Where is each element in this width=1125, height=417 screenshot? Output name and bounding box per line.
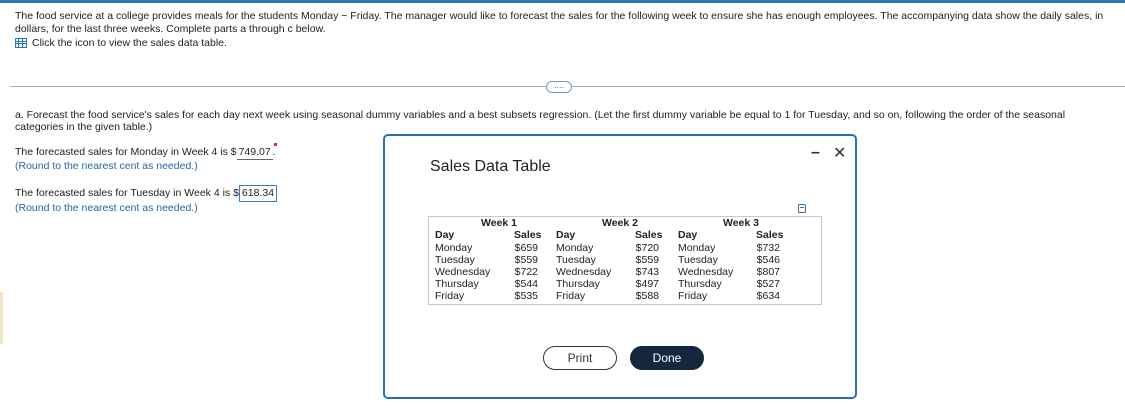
expand-ellipsis-button[interactable]: .... bbox=[546, 81, 572, 93]
table-cell: Wednesday bbox=[678, 266, 734, 278]
left-edge-marker bbox=[0, 292, 3, 344]
table-cell: $535 bbox=[514, 290, 538, 302]
table-cell: Tuesday bbox=[556, 254, 596, 266]
table-cell: $720 bbox=[635, 242, 659, 254]
table-cell: Wednesday bbox=[556, 266, 612, 278]
table-cell: $722 bbox=[514, 266, 538, 278]
table-cell: $743 bbox=[635, 266, 659, 278]
table-cell: $546 bbox=[756, 254, 780, 266]
table-cell: $559 bbox=[635, 254, 659, 266]
table-cell: Friday bbox=[435, 290, 465, 302]
sales-data-dialog: Sales Data Table – ✕ Week 1 Day Sales Mo… bbox=[383, 134, 857, 399]
week-1-sales-header: Sales bbox=[514, 229, 542, 241]
table-cell: Monday bbox=[556, 242, 594, 254]
table-cell: Tuesday bbox=[678, 254, 718, 266]
table-cell: $634 bbox=[756, 290, 780, 302]
week-1-day-header: Day bbox=[435, 229, 455, 241]
table-cell: Thursday bbox=[556, 278, 600, 290]
top-accent-bar bbox=[0, 0, 1125, 3]
answer-tuesday: The forecasted sales for Tuesday in Week… bbox=[15, 185, 278, 215]
table-cell: $497 bbox=[635, 278, 659, 290]
week-2-sales-header: Sales bbox=[635, 229, 663, 241]
done-button[interactable]: Done bbox=[630, 346, 704, 370]
print-button[interactable]: Print bbox=[543, 346, 617, 370]
problem-intro: The food service at a college provides m… bbox=[15, 10, 1104, 35]
answer-monday-prefix: The forecasted sales for Monday in Week … bbox=[15, 146, 237, 158]
answer-monday: The forecasted sales for Monday in Week … bbox=[15, 143, 277, 173]
answer-tuesday-input[interactable]: 618.34 bbox=[238, 185, 278, 202]
minimize-icon[interactable]: – bbox=[811, 144, 820, 162]
week-1-title: Week 1 bbox=[481, 217, 517, 229]
week-3-title: Week 3 bbox=[723, 217, 759, 229]
table-cell: $544 bbox=[514, 278, 538, 290]
answer-tuesday-prefix: The forecasted sales for Tuesday in Week… bbox=[15, 187, 239, 199]
sales-data-table: Week 1 Day Sales Monday $659 Tuesday $55… bbox=[428, 216, 822, 305]
table-cell: $732 bbox=[756, 242, 780, 254]
week-3-sales-header: Sales bbox=[756, 229, 784, 241]
week-2-title: Week 2 bbox=[602, 217, 638, 229]
table-icon[interactable] bbox=[15, 38, 27, 48]
table-cell: $559 bbox=[514, 254, 538, 266]
answer-monday-note: (Round to the nearest cent as needed.) bbox=[15, 160, 198, 172]
question-a: a. Forecast the food service's sales for… bbox=[15, 109, 1066, 133]
table-cell: $807 bbox=[756, 266, 780, 278]
table-cell: Friday bbox=[556, 290, 586, 302]
table-cell: Monday bbox=[435, 242, 473, 254]
view-table-label[interactable]: Click the icon to view the sales data ta… bbox=[32, 37, 227, 49]
table-cell: $588 bbox=[635, 290, 659, 302]
view-table-link[interactable]: Click the icon to view the sales data ta… bbox=[15, 37, 227, 49]
close-icon[interactable]: ✕ bbox=[833, 143, 846, 163]
copy-icon[interactable] bbox=[798, 204, 806, 213]
dialog-title: Sales Data Table bbox=[430, 158, 551, 175]
table-cell: Thursday bbox=[435, 278, 479, 290]
table-cell: Thursday bbox=[678, 278, 722, 290]
table-cell: Monday bbox=[678, 242, 716, 254]
table-cell: $659 bbox=[514, 242, 538, 254]
answer-monday-value[interactable]: 749.07 bbox=[236, 143, 277, 160]
week-3-day-header: Day bbox=[678, 229, 698, 241]
week-2-day-header: Day bbox=[556, 229, 576, 241]
table-cell: Friday bbox=[678, 290, 708, 302]
table-cell: Wednesday bbox=[435, 266, 491, 278]
table-cell: Tuesday bbox=[435, 254, 475, 266]
table-cell: $527 bbox=[756, 278, 780, 290]
answer-monday-suffix: . bbox=[272, 146, 276, 158]
answer-tuesday-note: (Round to the nearest cent as needed.) bbox=[15, 202, 198, 214]
